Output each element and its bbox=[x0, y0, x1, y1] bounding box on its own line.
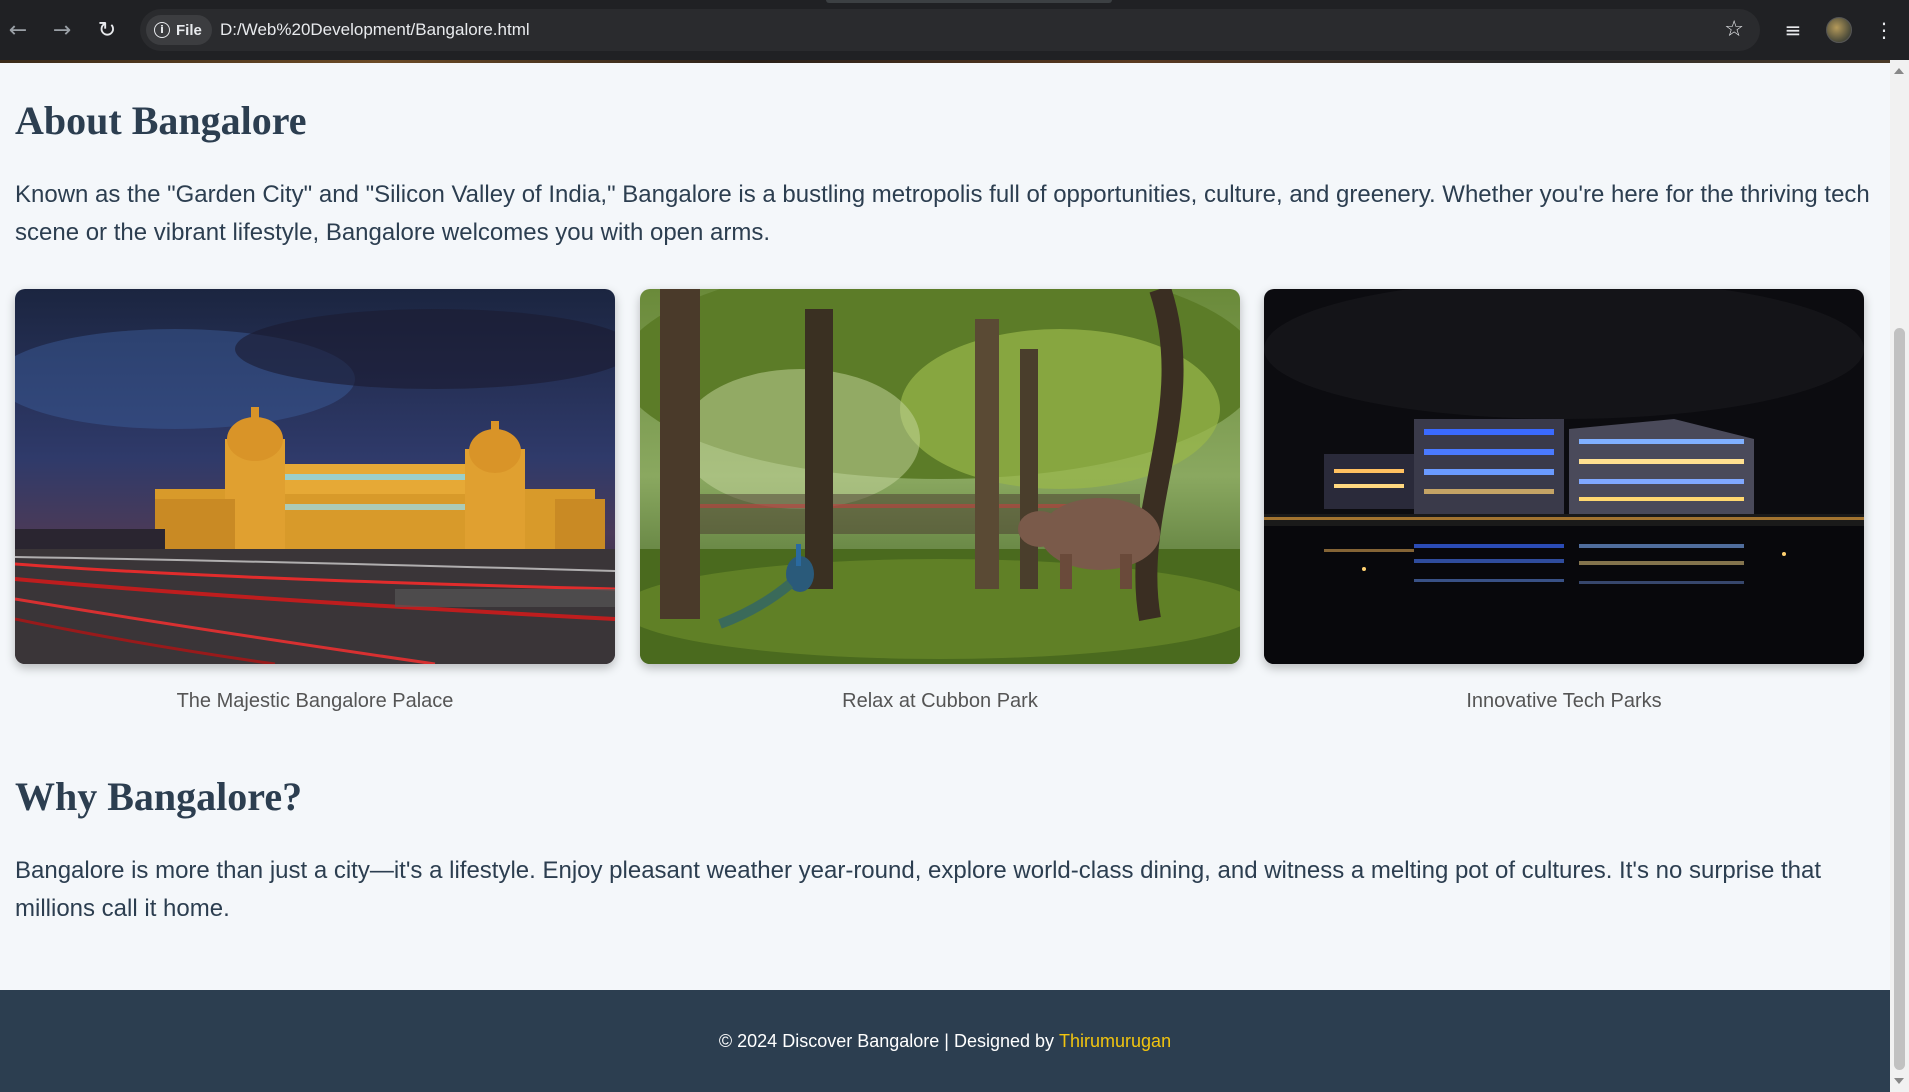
palace-image bbox=[15, 289, 615, 664]
gallery-card-park: Relax at Cubbon Park bbox=[640, 289, 1240, 713]
forward-arrow-icon[interactable]: → bbox=[46, 14, 78, 46]
vertical-scrollbar[interactable] bbox=[1890, 60, 1909, 1092]
gallery-caption: The Majestic Bangalore Palace bbox=[176, 690, 454, 712]
why-heading: Why Bangalore? bbox=[15, 774, 303, 819]
footer-credit: Thirumurugan bbox=[1059, 1030, 1172, 1051]
reload-icon[interactable]: ↻ bbox=[91, 14, 123, 46]
scroll-thumb[interactable] bbox=[1894, 328, 1905, 1070]
site-info-label: File bbox=[176, 21, 202, 39]
park-image bbox=[640, 289, 1240, 664]
page-content: About Bangalore Known as the "Garden Cit… bbox=[0, 63, 1890, 1092]
media-queue-icon[interactable]: ≡ bbox=[1777, 14, 1809, 46]
browser-toolbar: ← → ↻ i File D:/Web%20Development/Bangal… bbox=[0, 0, 1909, 60]
scroll-up-arrow-icon[interactable] bbox=[1894, 68, 1904, 74]
active-tab-indicator bbox=[826, 0, 1112, 3]
gallery-caption: Relax at Cubbon Park bbox=[842, 690, 1038, 712]
site-footer: © 2024 Discover Bangalore | Designed by … bbox=[0, 990, 1890, 1092]
address-bar[interactable]: i File D:/Web%20Development/Bangalore.ht… bbox=[140, 9, 1760, 51]
gallery-caption: Innovative Tech Parks bbox=[1466, 690, 1662, 712]
back-arrow-icon[interactable]: ← bbox=[2, 14, 34, 46]
why-paragraph: Bangalore is more than just a city—it's … bbox=[15, 857, 1822, 922]
gallery-card-palace: The Majestic Bangalore Palace bbox=[15, 289, 615, 713]
about-paragraph: Known as the "Garden City" and "Silicon … bbox=[15, 181, 1870, 246]
about-heading: About Bangalore bbox=[15, 98, 307, 143]
avatar[interactable] bbox=[1826, 17, 1852, 43]
info-icon: i bbox=[154, 22, 170, 38]
techpark-image bbox=[1264, 289, 1864, 664]
star-icon[interactable]: ☆ bbox=[1724, 17, 1744, 42]
gallery-card-techpark: Innovative Tech Parks bbox=[1264, 289, 1864, 713]
site-info-chip[interactable]: i File bbox=[146, 15, 212, 45]
url-text[interactable]: D:/Web%20Development/Bangalore.html bbox=[220, 20, 530, 40]
footer-text: © 2024 Discover Bangalore | Designed by bbox=[718, 1030, 1055, 1051]
kebab-menu-icon[interactable]: ⋮ bbox=[1868, 14, 1900, 46]
scroll-down-arrow-icon[interactable] bbox=[1894, 1078, 1904, 1084]
